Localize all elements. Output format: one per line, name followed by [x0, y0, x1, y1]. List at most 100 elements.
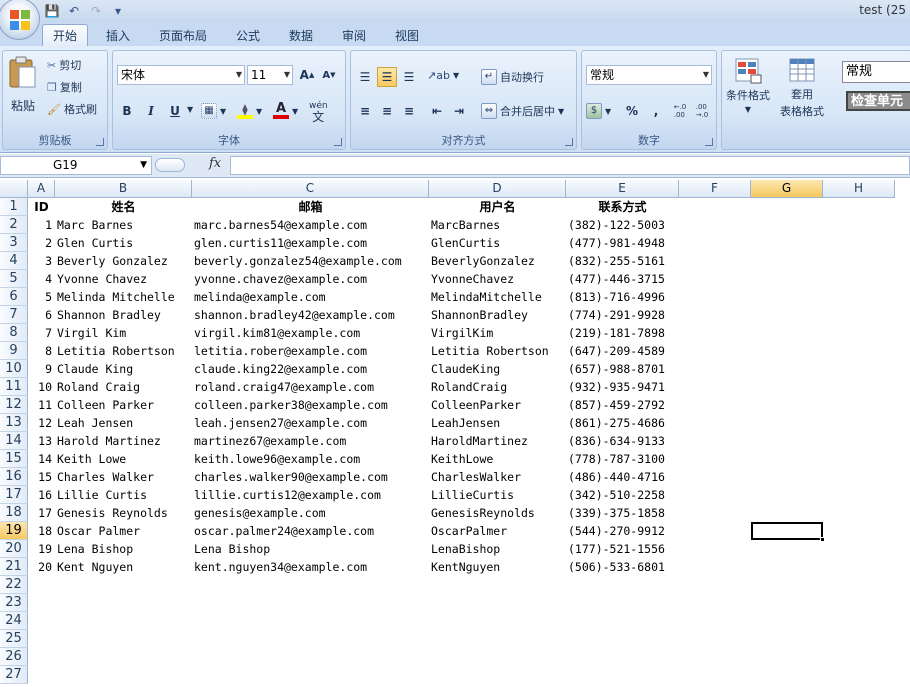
cell-id[interactable]: 4 — [28, 270, 55, 288]
tab-page-layout[interactable]: 页面布局 — [150, 24, 216, 46]
cell-email[interactable]: claude.king22@example.com — [192, 360, 429, 378]
cell-phone[interactable]: (339)-375-1858 — [566, 504, 679, 522]
cell-id[interactable]: 17 — [28, 504, 55, 522]
tab-view[interactable]: 视图 — [387, 24, 427, 46]
cell-phone[interactable]: (477)-446-3715 — [566, 270, 679, 288]
cell-id[interactable]: 7 — [28, 324, 55, 342]
underline-dropdown[interactable]: ▼ — [187, 105, 193, 114]
cell-phone[interactable]: (219)-181-7898 — [566, 324, 679, 342]
conditional-formatting-button[interactable]: 条件格式 ▼ — [726, 57, 770, 114]
row-header-15[interactable]: 15 — [0, 450, 28, 468]
cell-phone[interactable]: (932)-935-9471 — [566, 378, 679, 396]
cell-name[interactable]: Melinda Mitchelle — [55, 288, 192, 306]
cell-email[interactable]: yvonne.chavez@example.com — [192, 270, 429, 288]
cell-name[interactable]: Yvonne Chavez — [55, 270, 192, 288]
formula-input[interactable] — [230, 156, 910, 175]
cell-username[interactable]: GenesisReynolds — [429, 504, 566, 522]
align-bottom-button[interactable]: ☰ — [399, 67, 419, 87]
row-header-26[interactable]: 26 — [0, 648, 28, 666]
header-cell-email[interactable]: 邮箱 — [192, 198, 429, 216]
align-center-button[interactable]: ≡ — [377, 101, 397, 121]
cell-username[interactable]: GlenCurtis — [429, 234, 566, 252]
header-cell-phone[interactable]: 联系方式 — [566, 198, 679, 216]
cell-phone[interactable]: (778)-787-3100 — [566, 450, 679, 468]
cell-id[interactable]: 6 — [28, 306, 55, 324]
cell-phone[interactable]: (857)-459-2792 — [566, 396, 679, 414]
row-header-6[interactable]: 6 — [0, 288, 28, 306]
row-header-18[interactable]: 18 — [0, 504, 28, 522]
cell-phone[interactable]: (477)-981-4948 — [566, 234, 679, 252]
cell-id[interactable]: 15 — [28, 468, 55, 486]
cell-name[interactable]: Marc Barnes — [55, 216, 192, 234]
cell-username[interactable]: YvonneChavez — [429, 270, 566, 288]
cell-name[interactable]: Leah Jensen — [55, 414, 192, 432]
cell-id[interactable]: 2 — [28, 234, 55, 252]
header-cell-name[interactable]: 姓名 — [55, 198, 192, 216]
cell-name[interactable]: Genesis Reynolds — [55, 504, 192, 522]
align-top-button[interactable]: ☰ — [355, 67, 375, 87]
header-cell-id[interactable]: ID — [28, 198, 55, 216]
row-header-22[interactable]: 22 — [0, 576, 28, 594]
cell-phone[interactable]: (486)-440-4716 — [566, 468, 679, 486]
cell-name[interactable]: Glen Curtis — [55, 234, 192, 252]
column-header-d[interactable]: D — [429, 180, 566, 198]
cell-email[interactable]: virgil.kim81@example.com — [192, 324, 429, 342]
row-header-27[interactable]: 27 — [0, 666, 28, 684]
row-header-19[interactable]: 19 — [0, 522, 28, 540]
cell-phone[interactable]: (657)-988-8701 — [566, 360, 679, 378]
increase-decimal-button[interactable]: ←.0.00 — [670, 101, 690, 121]
merge-center-button[interactable]: ⇔ 合并后居中 ▼ — [481, 103, 564, 119]
cell-email[interactable]: oscar.palmer24@example.com — [192, 522, 429, 540]
cell-id[interactable]: 20 — [28, 558, 55, 576]
copy-button[interactable]: ❐ 复制 — [47, 79, 82, 95]
row-header-4[interactable]: 4 — [0, 252, 28, 270]
header-cell-username[interactable]: 用户名 — [429, 198, 566, 216]
cell-username[interactable]: Letitia Robertson — [429, 342, 566, 360]
cell-style-normal[interactable]: 常规 — [842, 61, 910, 83]
cell-email[interactable]: keith.lowe96@example.com — [192, 450, 429, 468]
customize-qat-icon[interactable]: ▾ — [110, 3, 126, 19]
cell-name[interactable]: Letitia Robertson — [55, 342, 192, 360]
undo-icon[interactable]: ↶ — [66, 3, 82, 19]
row-header-24[interactable]: 24 — [0, 612, 28, 630]
fill-color-button[interactable]: ⧫ ▼ — [237, 103, 262, 119]
increase-indent-button[interactable]: ⇥ — [449, 101, 469, 121]
grow-font-button[interactable]: A ▲ — [297, 65, 317, 85]
font-launcher-icon[interactable] — [334, 138, 342, 146]
cell-email[interactable]: roland.craig47@example.com — [192, 378, 429, 396]
name-box[interactable]: G19 ▼ — [0, 156, 152, 175]
cell-phone[interactable]: (382)-122-5003 — [566, 216, 679, 234]
cell-username[interactable]: MarcBarnes — [429, 216, 566, 234]
font-color-button[interactable]: A ▼ — [273, 102, 298, 119]
cell-email[interactable]: kent.nguyen34@example.com — [192, 558, 429, 576]
cell-email[interactable]: Lena Bishop — [192, 540, 429, 558]
cell-id[interactable]: 10 — [28, 378, 55, 396]
cell-id[interactable]: 14 — [28, 450, 55, 468]
worksheet-grid[interactable]: A B C D E F G H 1 2 3 4 5 6 7 8 9 10 11 12 13 14 15 16 17 18 19 20 2… — [0, 180, 910, 687]
row-header-20[interactable]: 20 — [0, 540, 28, 558]
format-painter-button[interactable]: 🖌 格式刷 — [47, 101, 97, 117]
wrap-text-button[interactable]: ↵ 自动换行 — [481, 69, 544, 85]
cell-id[interactable]: 11 — [28, 396, 55, 414]
align-middle-button[interactable]: ☰ — [377, 67, 397, 87]
cell-id[interactable]: 9 — [28, 360, 55, 378]
cell-id[interactable]: 19 — [28, 540, 55, 558]
cell-phone[interactable]: (774)-291-9928 — [566, 306, 679, 324]
cell-style-check[interactable]: 检查单元 — [846, 91, 910, 111]
cell-username[interactable]: RolandCraig — [429, 378, 566, 396]
cell-name[interactable]: Lena Bishop — [55, 540, 192, 558]
cell-email[interactable]: beverly.gonzalez54@example.com — [192, 252, 429, 270]
select-all-corner[interactable] — [0, 180, 28, 198]
paste-button[interactable] — [7, 55, 37, 91]
cell-name[interactable]: Virgil Kim — [55, 324, 192, 342]
cell-id[interactable]: 5 — [28, 288, 55, 306]
cell-email[interactable]: colleen.parker38@example.com — [192, 396, 429, 414]
tab-review[interactable]: 审阅 — [334, 24, 374, 46]
comma-button[interactable]: , — [646, 101, 666, 121]
cell-phone[interactable]: (177)-521-1556 — [566, 540, 679, 558]
cell-name[interactable]: Charles Walker — [55, 468, 192, 486]
column-header-h[interactable]: H — [823, 180, 895, 198]
tab-formulas[interactable]: 公式 — [228, 24, 268, 46]
cell-email[interactable]: leah.jensen27@example.com — [192, 414, 429, 432]
cell-username[interactable]: HaroldMartinez — [429, 432, 566, 450]
